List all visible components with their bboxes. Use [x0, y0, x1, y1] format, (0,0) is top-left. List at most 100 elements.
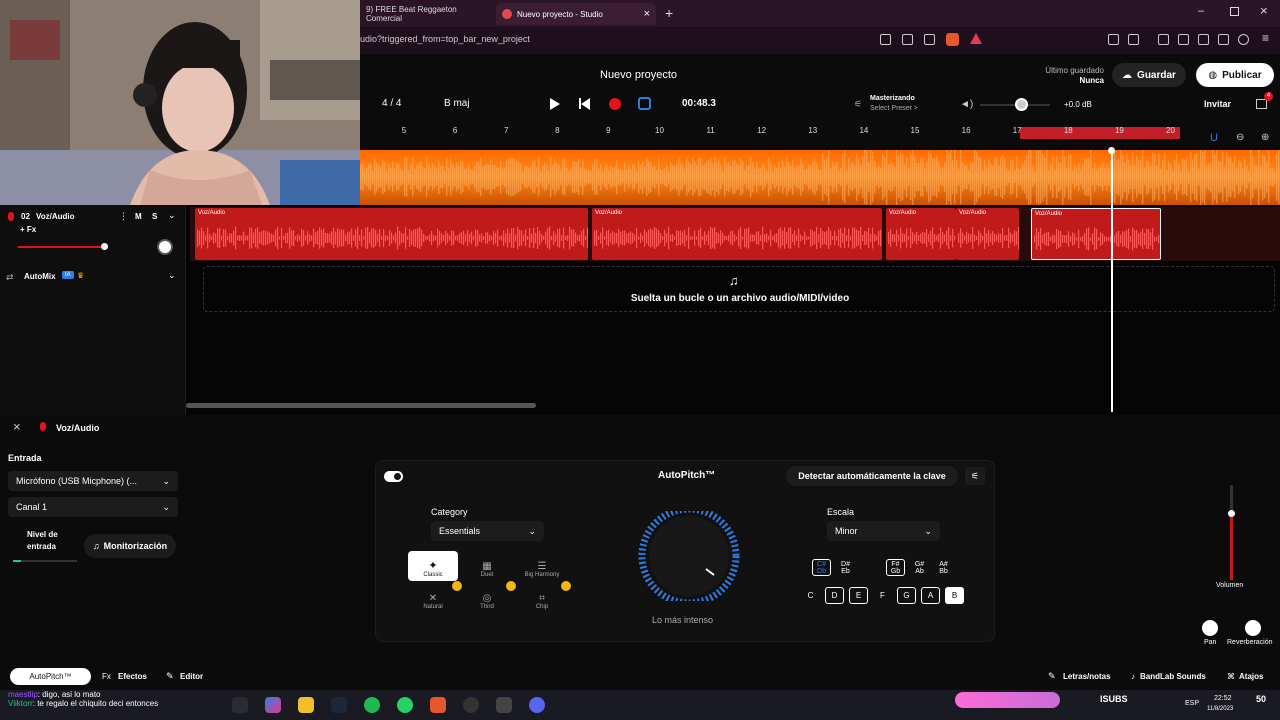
track-name[interactable]: Voz/Audio: [36, 212, 75, 221]
screenshot-icon[interactable]: [902, 34, 913, 45]
music-icon[interactable]: [1158, 34, 1169, 45]
language-indicator[interactable]: ESP: [1185, 700, 1199, 707]
track-volume-handle[interactable]: [101, 243, 108, 250]
loop-icon[interactable]: [638, 97, 651, 110]
key-button-sharp[interactable]: A# Bb: [934, 559, 953, 576]
key-button-sharp[interactable]: C# Db: [812, 559, 831, 576]
reverb-knob[interactable]: [1245, 620, 1261, 636]
whatsapp-icon[interactable]: [397, 697, 413, 713]
key-button-natural[interactable]: D: [825, 587, 844, 604]
horizontal-scrollbar[interactable]: [186, 403, 536, 408]
playhead[interactable]: [1111, 150, 1113, 412]
sounds-button[interactable]: BandLab Sounds: [1140, 672, 1206, 681]
zoom-out-icon[interactable]: ⊖: [1236, 132, 1244, 143]
key-button-natural[interactable]: F: [873, 587, 892, 604]
sidebar-icon[interactable]: [1178, 34, 1189, 45]
add-fx-button[interactable]: + Fx: [20, 225, 36, 234]
project-title[interactable]: Nuevo proyecto: [600, 69, 677, 81]
master-volume-handle[interactable]: [1015, 98, 1028, 111]
tab-effects[interactable]: Efectos: [118, 672, 147, 681]
preset-natural[interactable]: ✕ Natural: [408, 583, 458, 613]
timeline-ruler[interactable]: 5 6 7 8 9 10 11 12 13 14 15 16 17 18 19 20: [360, 126, 1200, 140]
mastering-label[interactable]: Masterizando: [870, 95, 915, 102]
audio-clip[interactable]: Voz/Audio: [592, 208, 882, 260]
preset-third[interactable]: ◎ Third: [462, 583, 512, 613]
key-button-natural[interactable]: C: [801, 587, 820, 604]
invite-button[interactable]: Invitar: [1204, 99, 1231, 109]
menu-icon[interactable]: ≡: [1262, 31, 1269, 45]
camera-off-icon[interactable]: [880, 34, 891, 45]
speaker-icon[interactable]: ◄): [960, 99, 973, 110]
magnet-icon[interactable]: U: [1210, 132, 1224, 146]
obs-icon[interactable]: [463, 697, 479, 713]
volume-fader-handle[interactable]: [1228, 510, 1235, 517]
settings-sliders-icon[interactable]: ⚟: [965, 467, 985, 485]
task-view-icon[interactable]: [232, 697, 248, 713]
mastering-preset[interactable]: Select Preset >: [870, 105, 918, 112]
mute-button[interactable]: M: [135, 212, 142, 221]
preset-duet[interactable]: ▦ Duet: [462, 551, 512, 581]
audio-clip[interactable]: Voz/Audio: [195, 208, 588, 260]
browser-tab-studio[interactable]: Nuevo proyecto - Studio ×: [496, 3, 656, 25]
automix-label[interactable]: AutoMix: [24, 272, 56, 281]
track-menu-icon[interactable]: ⋮: [119, 211, 128, 222]
notification-count[interactable]: 50: [1256, 694, 1266, 704]
share-icon[interactable]: [924, 34, 935, 45]
time-signature[interactable]: 4 / 4: [382, 98, 401, 109]
url-text[interactable]: udio?triggered_from=top_bar_new_project: [360, 34, 530, 44]
tab-autopitch[interactable]: AutoPitch™: [10, 668, 91, 685]
input-device-select[interactable]: Micrófono (USB Micphone) (... ⌄: [8, 471, 178, 491]
vpn-icon[interactable]: [1238, 34, 1249, 45]
key-button-sharp[interactable]: G# Ab: [910, 559, 929, 576]
key-button-natural[interactable]: A: [921, 587, 940, 604]
wallet-icon[interactable]: [1198, 34, 1209, 45]
key-button-natural[interactable]: E: [849, 587, 868, 604]
close-window-icon[interactable]: ×: [1260, 3, 1268, 18]
key-button-natural[interactable]: B: [945, 587, 964, 604]
preset-big-harmony[interactable]: ☰ Big Harmony: [517, 551, 567, 581]
key-button-sharp[interactable]: F# Gb: [886, 559, 905, 576]
close-panel-icon[interactable]: ×: [13, 419, 21, 434]
audio-clip[interactable]: Voz/Audio: [1031, 208, 1161, 260]
spotify-icon[interactable]: [364, 697, 380, 713]
save-button[interactable]: ☁ Guardar: [1112, 63, 1186, 87]
detect-key-button[interactable]: Detectar automáticamente la clave: [786, 466, 958, 486]
solo-button[interactable]: S: [152, 212, 157, 221]
key-button-natural[interactable]: G: [897, 587, 916, 604]
play-icon[interactable]: [550, 98, 560, 110]
category-select[interactable]: Essentials ⌄: [431, 521, 544, 541]
extensions-icon[interactable]: [1108, 34, 1119, 45]
tab-editor[interactable]: Editor: [180, 672, 203, 681]
brave-rewards-icon[interactable]: [970, 33, 982, 44]
discord-icon[interactable]: [529, 697, 545, 713]
screen-capture-icon[interactable]: [1128, 34, 1139, 45]
intensity-knob[interactable]: [631, 511, 747, 601]
gift-icon[interactable]: [1256, 99, 1267, 109]
pan-knob-mixer[interactable]: [1202, 620, 1218, 636]
steam-icon[interactable]: [331, 697, 347, 713]
scale-select[interactable]: Minor ⌄: [827, 521, 940, 541]
clock-date[interactable]: 11/8/2023: [1207, 706, 1233, 712]
zoom-in-icon[interactable]: ⊕: [1261, 132, 1269, 143]
pan-knob[interactable]: [157, 239, 173, 255]
channel-select[interactable]: Canal 1 ⌄: [8, 497, 178, 517]
playhead-handle[interactable]: [1108, 147, 1115, 154]
audio-clip[interactable]: Voz/Audio: [886, 208, 956, 260]
record-icon[interactable]: [609, 98, 621, 110]
key-button-sharp[interactable]: D# Eb: [836, 559, 855, 576]
monitoring-button[interactable]: ♫ Monitorización: [84, 534, 176, 558]
new-tab-icon[interactable]: +: [665, 5, 673, 21]
capture-icon[interactable]: [496, 697, 512, 713]
leo-ai-icon[interactable]: [1218, 34, 1229, 45]
lyrics-button[interactable]: Letras/notas: [1063, 672, 1111, 681]
autopitch-toggle[interactable]: [384, 471, 403, 482]
preset-classic[interactable]: ✦ Classic: [408, 551, 458, 581]
browser-tab-beat[interactable]: 9) FREE Beat Reggaeton Comercial: [360, 3, 490, 25]
automix-chevron-icon[interactable]: ⌄: [168, 270, 176, 281]
drop-zone[interactable]: ♫ Suelta un bucle o un archivo audio/MID…: [203, 266, 1275, 312]
clock-time[interactable]: 22:52: [1214, 695, 1232, 702]
maximize-icon[interactable]: [1230, 7, 1239, 16]
minimize-icon[interactable]: –: [1198, 5, 1204, 17]
track-volume-slider[interactable]: [18, 246, 104, 248]
project-key[interactable]: B maj: [444, 98, 470, 109]
